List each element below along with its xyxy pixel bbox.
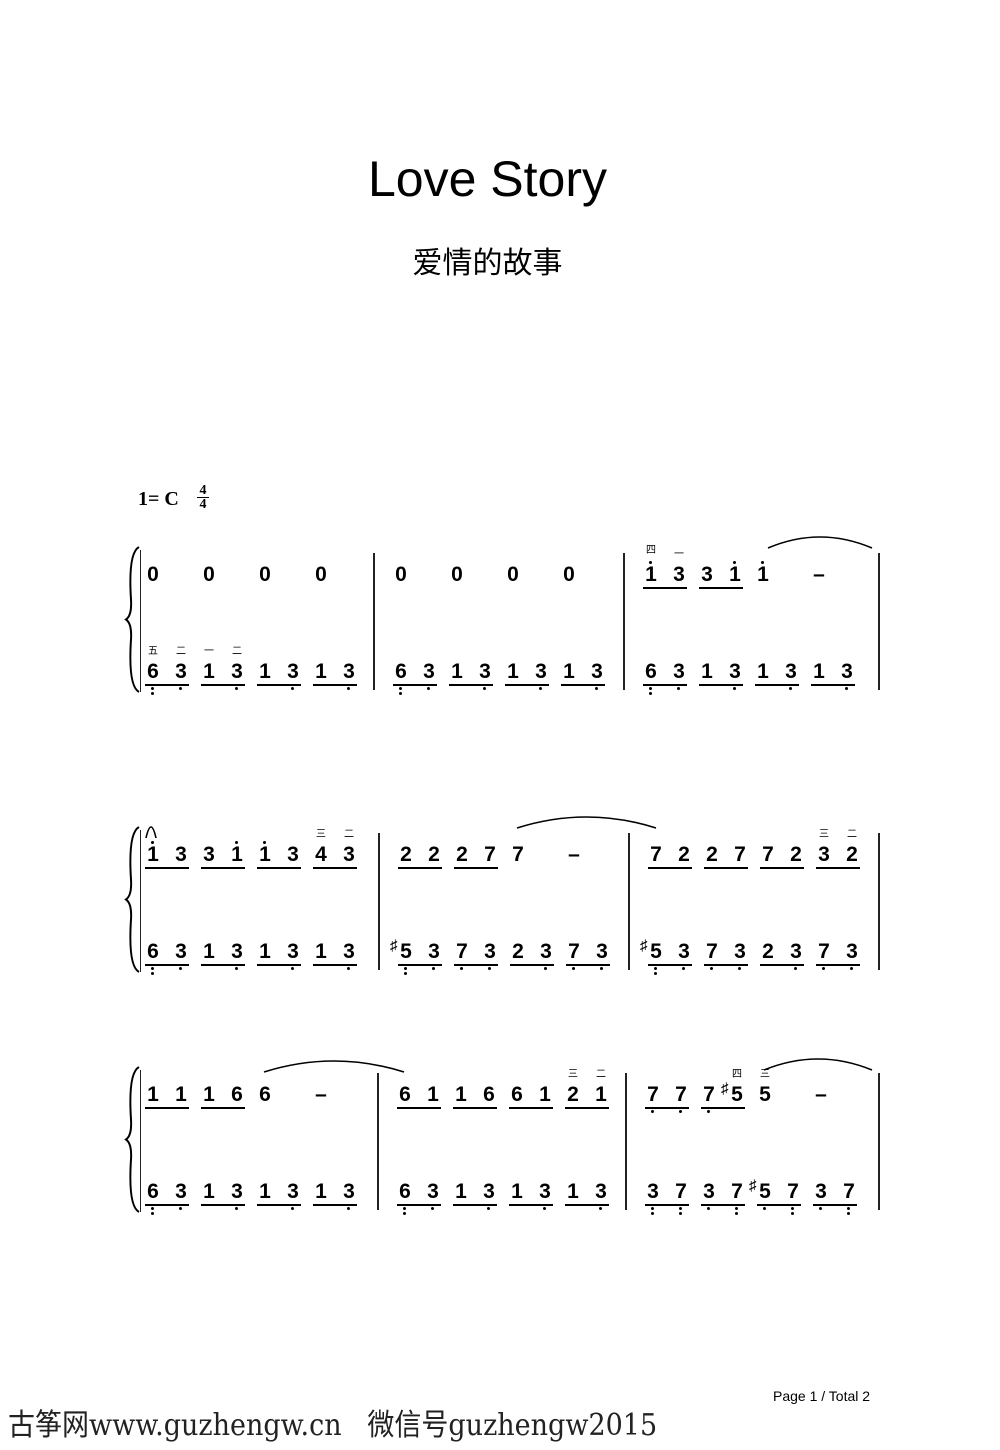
page-number: Page 1 / Total 2 bbox=[773, 1388, 871, 1404]
slur bbox=[767, 536, 873, 549]
slur bbox=[263, 1060, 405, 1073]
brace bbox=[124, 826, 140, 973]
watermark: 古筝网www.guzhengw.cn 微信号guzhengw2015 bbox=[8, 1408, 658, 1443]
brace bbox=[124, 546, 140, 693]
slurs-layer bbox=[124, 536, 873, 1213]
brace bbox=[124, 1066, 140, 1213]
slur bbox=[516, 816, 657, 829]
slur bbox=[763, 1058, 873, 1071]
slur bbox=[145, 826, 157, 839]
